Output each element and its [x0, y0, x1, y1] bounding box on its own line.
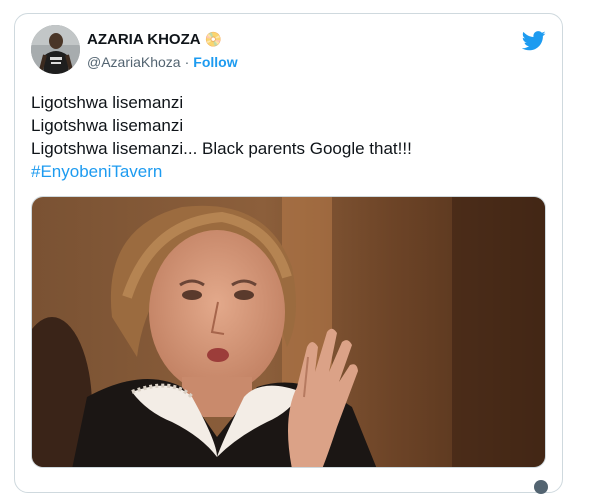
author-handle-row: @AzariaKhoza · Follow — [87, 54, 238, 70]
follow-button[interactable]: Follow — [193, 54, 237, 70]
author-name[interactable]: AZARIA KHOZA — [87, 31, 201, 48]
tweet-media[interactable] — [31, 196, 546, 468]
author-name-row: AZARIA KHOZA 📀 — [87, 31, 222, 48]
twitter-bird-icon[interactable] — [522, 31, 546, 51]
info-icon[interactable] — [534, 480, 548, 494]
judge-photo — [32, 197, 545, 467]
avatar[interactable] — [31, 25, 80, 74]
disc-emoji-icon: 📀 — [204, 31, 223, 47]
hashtag-link[interactable]: #EnyobeniTavern — [31, 160, 551, 183]
separator-dot: · — [184, 54, 190, 70]
avatar-photo — [31, 25, 80, 74]
tweet-card[interactable]: AZARIA KHOZA 📀 @AzariaKhoza · Follow Lig… — [14, 13, 563, 494]
tweet-line-3: Ligotshwa lisemanzi... Black parents Goo… — [31, 139, 412, 158]
tweet-text: Ligotshwa lisemanzi Ligotshwa lisemanzi … — [31, 91, 551, 183]
author-handle[interactable]: @AzariaKhoza — [87, 54, 181, 70]
tweet-line-2: Ligotshwa lisemanzi — [31, 116, 184, 135]
tweet-line-1: Ligotshwa lisemanzi — [31, 93, 184, 112]
